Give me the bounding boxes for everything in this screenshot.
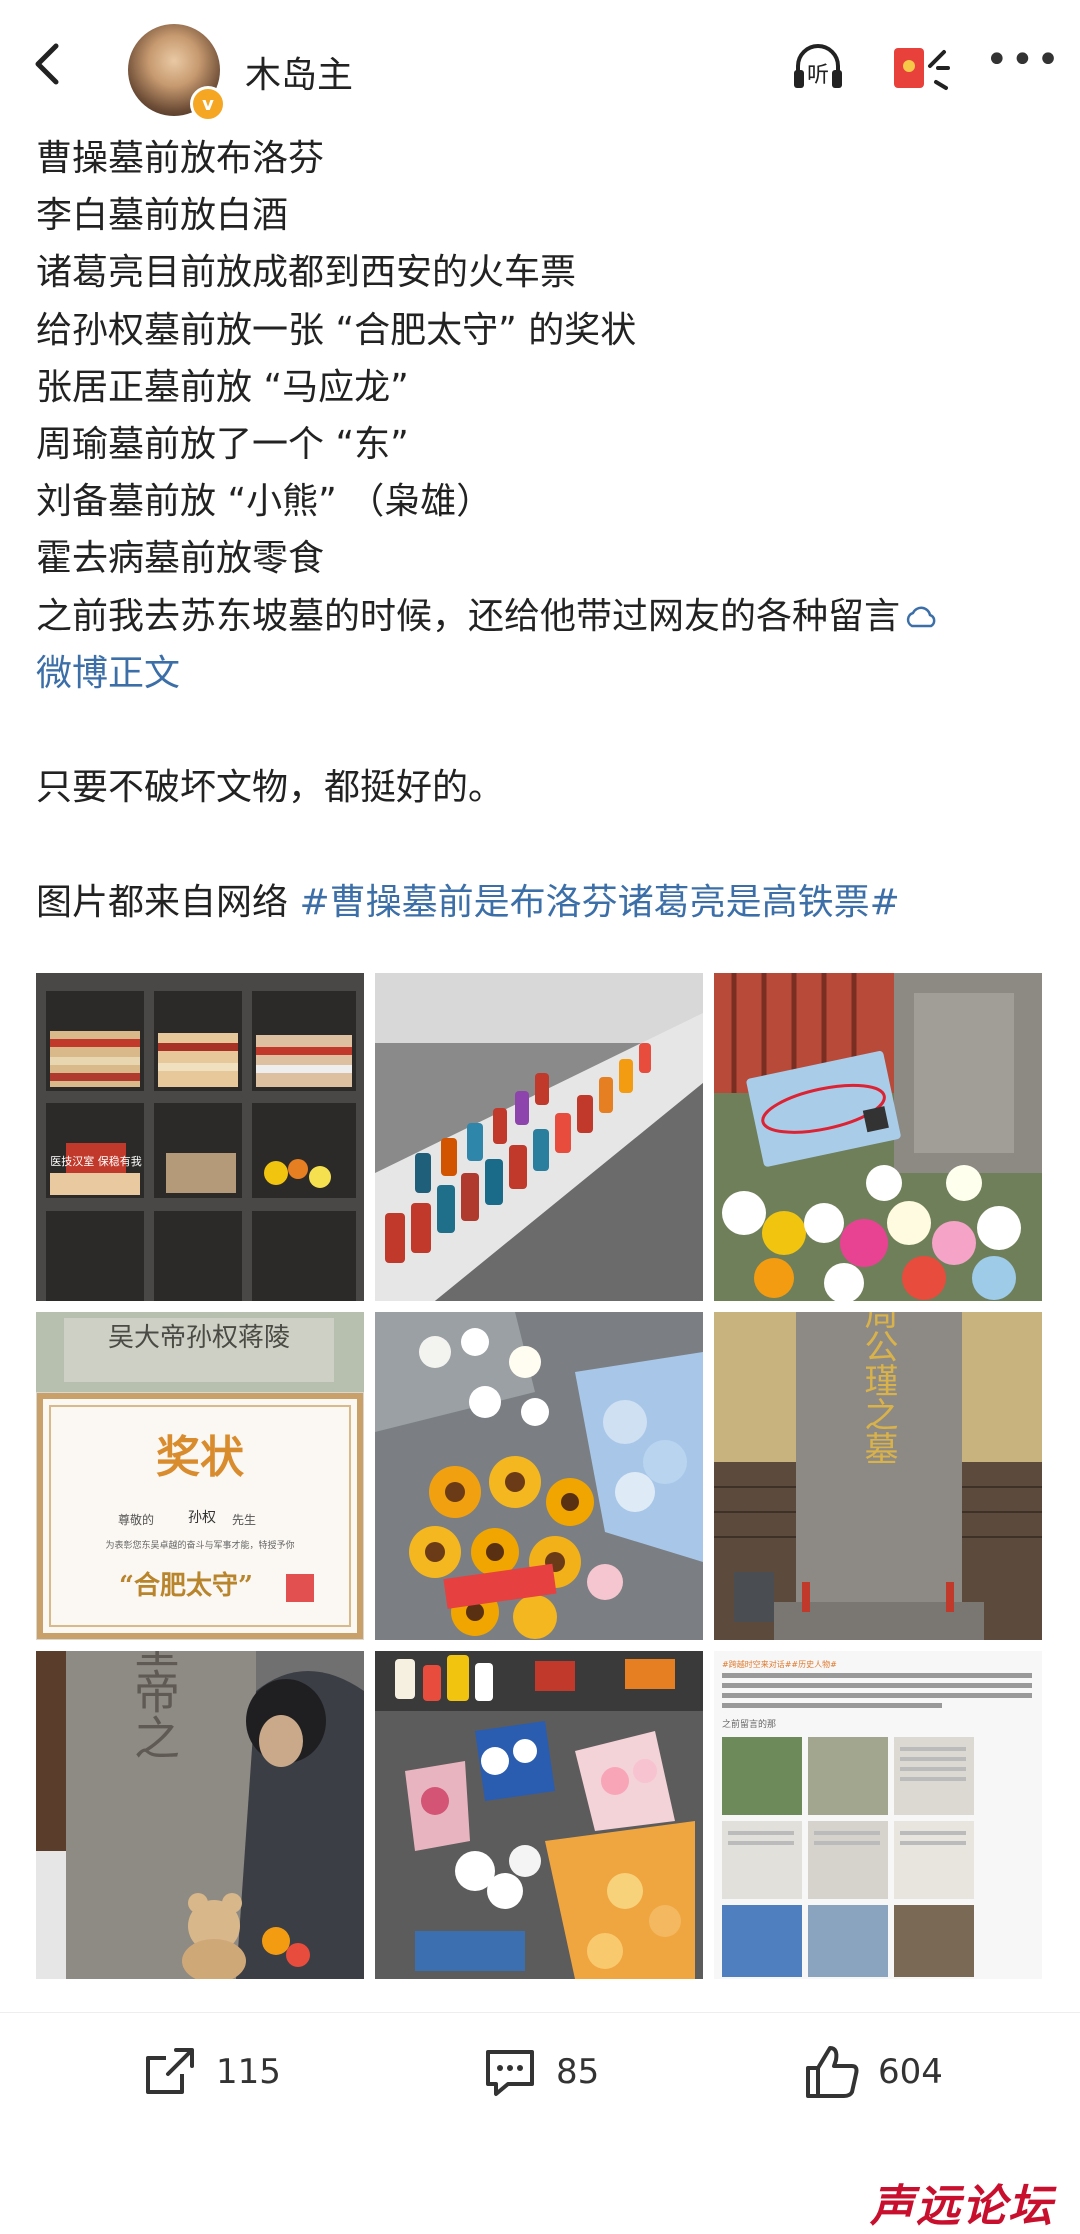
cigarette-shelves-art: 医技汉室 保稳有我: [36, 973, 364, 1301]
certificate-award-text: “合肥太守”: [119, 1570, 253, 1601]
image-certificate[interactable]: 吴大帝孙权蒋陵 奖状 尊敬的 孙权 先生 为表彰您东吴卓越的奋斗与军事才能，特授…: [36, 1312, 364, 1640]
offerings-art: [375, 1651, 703, 1979]
image-grid: 医技汉室 保稳有我 吴大帝孙权蒋陵 奖状 尊敬的 孙权 先生 为表彰您东吴卓越的…: [36, 973, 1042, 1983]
image-liquor-bottles[interactable]: [375, 973, 703, 1301]
watermark-logo: 声远论坛: [870, 2181, 1054, 2232]
post-line: 张居正墓前放 “马应龙”: [36, 366, 409, 408]
certificate-body-text: 为表彰您东吴卓越的奋斗与军事才能，特授予你: [105, 1539, 294, 1551]
comment-count: 85: [556, 2052, 600, 2092]
zhouyu-stele-art: 名将周公瑾之墓: [714, 1312, 1042, 1640]
hashtag-link[interactable]: #曹操墓前是布洛芬诸葛亮是高铁票#: [299, 882, 899, 923]
source-prefix: 图片都来自网络: [36, 881, 300, 923]
thumbs-up-icon: [806, 2046, 859, 2098]
back-icon[interactable]: [22, 36, 78, 92]
certificate-art: 吴大帝孙权蒋陵 奖状 尊敬的 孙权 先生 为表彰您东吴卓越的奋斗与军事才能，特授…: [36, 1312, 364, 1640]
post-text: 曹操墓前放布洛芬 李白墓前放白酒 诸葛亮目前放成都到西安的火车票 给孙权墓前放一…: [36, 130, 1046, 931]
post-line: 诸葛亮目前放成都到西安的火车票: [36, 252, 577, 294]
red-packet-icon[interactable]: [888, 38, 950, 96]
like-button[interactable]: 604: [800, 2040, 943, 2104]
like-count: 604: [878, 2052, 943, 2092]
username[interactable]: 木岛主: [245, 46, 353, 98]
comment-button[interactable]: 85: [478, 2040, 599, 2104]
certificate-title-text: 奖状: [156, 1432, 245, 1483]
post-line: 给孙权墓前放一张 “合肥太守” 的奖状: [36, 309, 637, 351]
image-offerings[interactable]: [375, 1651, 703, 1979]
certificate-to-text: 尊敬的: [118, 1512, 154, 1527]
comment-icon: [486, 2050, 534, 2096]
stele-inscription-text: 名将周公瑾之墓: [858, 1312, 898, 1465]
image-cigarette-shelves[interactable]: 医技汉室 保稳有我: [36, 973, 364, 1301]
share-count: 115: [216, 2052, 281, 2092]
tomb-name-text: 吴大帝孙权蒋陵: [108, 1323, 290, 1353]
source-line: 图片都来自网络 #曹操墓前是布洛芬诸葛亮是高铁票#: [36, 874, 1046, 931]
cloud-icon: [906, 606, 936, 627]
certificate-name-text: 孙权: [188, 1510, 216, 1526]
red-sign-text: 医技汉室 保稳有我: [50, 1154, 142, 1168]
post-line: 曹操墓前放布洛芬: [36, 138, 325, 179]
sudongpo-sub-text: 之前留言的那: [722, 1718, 776, 1730]
post-line: 李白墓前放白酒: [36, 195, 289, 237]
verified-badge-icon: v: [190, 86, 226, 122]
liquor-bottles-art: [375, 973, 703, 1301]
share-icon: [146, 2048, 194, 2094]
image-sudongpo-screenshot[interactable]: #跨越时空来对话##历史人物# 之前留言的那: [714, 1651, 1042, 1979]
train-ticket-art: [714, 973, 1042, 1301]
image-sunflower-bouquets[interactable]: [375, 1312, 703, 1640]
image-zhouyu-stele[interactable]: 名将周公瑾之墓: [714, 1312, 1042, 1640]
image-train-ticket[interactable]: [714, 973, 1042, 1301]
certificate-honorific-text: 先生: [232, 1513, 256, 1527]
top-bar: v 木岛主 听 •••: [0, 0, 1080, 128]
image-teddy-bear-stele[interactable]: 皇帝之: [36, 1651, 364, 1979]
post-line-text: 之前我去苏东坡墓的时候，还给他带过网友的各种留言: [36, 595, 901, 637]
more-icon[interactable]: •••: [985, 40, 1060, 90]
post-line: 霍去病墓前放零食: [36, 538, 325, 580]
sudongpo-screenshot-art: #跨越时空来对话##历史人物# 之前留言的那: [714, 1651, 1042, 1979]
emperor-stele-text: 皇帝之: [127, 1651, 181, 1760]
post-line: 刘备墓前放 “小熊” （枭雄）: [36, 481, 493, 523]
closing-text: 只要不破坏文物，都挺好的。: [36, 767, 505, 809]
post-line: 周瑜墓前放了一个 “东”: [36, 424, 409, 466]
headphones-icon[interactable]: 听: [790, 40, 860, 92]
sudongpo-header-text: #跨越时空来对话##历史人物#: [722, 1659, 837, 1669]
listen-label: 听: [807, 63, 829, 88]
post-line: 之前我去苏东坡墓的时候，还给他带过网友的各种留言: [36, 588, 1046, 645]
sunflower-bouquets-art: [375, 1312, 703, 1640]
weibo-body-link[interactable]: 微博正文: [36, 645, 1046, 702]
share-button[interactable]: 115: [138, 2040, 281, 2104]
teddy-bear-stele-art: 皇帝之: [36, 1651, 364, 1979]
